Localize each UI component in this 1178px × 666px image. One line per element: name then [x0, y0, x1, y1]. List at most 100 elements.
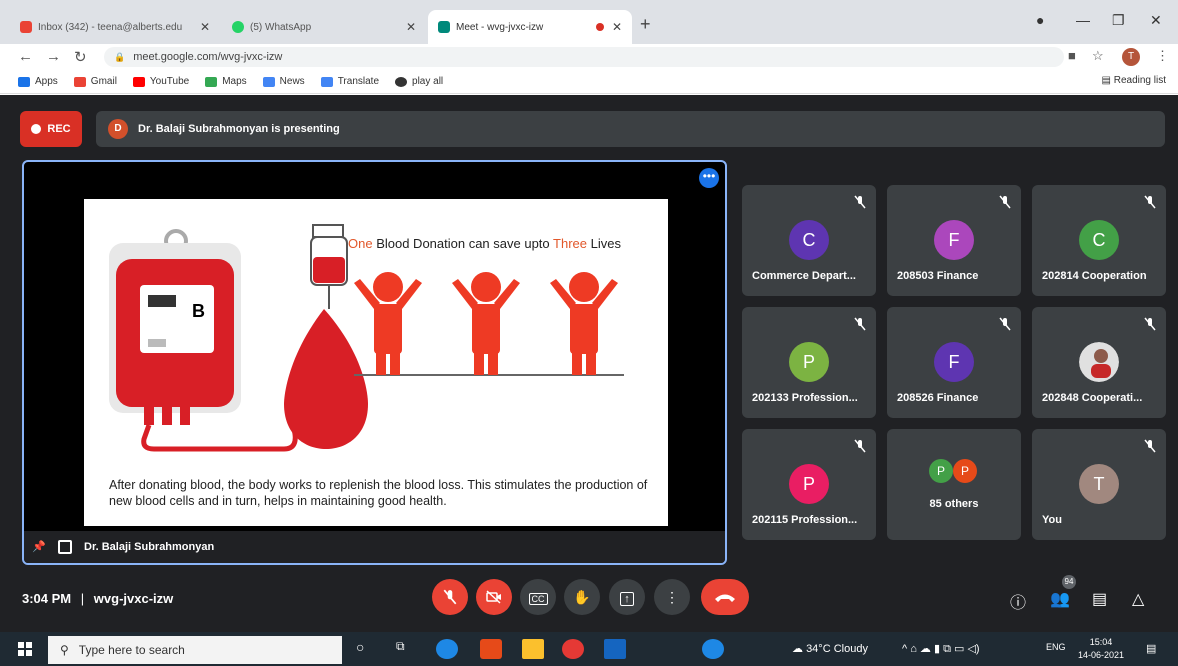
menu-dots-icon[interactable]: ⋮ — [1156, 48, 1169, 64]
others-count: 85 others — [929, 498, 979, 510]
word-icon[interactable] — [604, 639, 626, 659]
meet-controls-bar: 3:04 PM | wvg-jvxc-izw CC ✋ ↑ ⋮ ⓘ 👥 94 ▤… — [0, 565, 1178, 632]
close-icon[interactable]: ✕ — [406, 20, 416, 34]
help-icon[interactable] — [702, 639, 724, 659]
url-input[interactable]: 🔒 meet.google.com/wvg-jvxc-izw — [104, 47, 1064, 67]
recording-badge[interactable]: REC — [20, 111, 82, 147]
participant-tile[interactable]: F 208503 Finance — [887, 185, 1021, 296]
presenting-banner: D Dr. Balaji Subrahmonyan is presenting — [96, 111, 1165, 147]
tab-meet[interactable]: Meet - wvg-jvxc-izw ✕ — [428, 10, 632, 44]
tab-label: Meet - wvg-jvxc-izw — [456, 21, 544, 33]
tab-label: (5) WhatsApp — [250, 21, 312, 33]
mic-off-button[interactable] — [432, 579, 468, 615]
avatar: C — [789, 220, 829, 260]
avatar: D — [108, 119, 128, 139]
url-text: meet.google.com/wvg-jvxc-izw — [133, 51, 283, 63]
bookmark-apps[interactable]: Apps — [18, 76, 58, 87]
back-arrow-icon[interactable]: ← — [18, 48, 33, 65]
tab-gmail[interactable]: Inbox (342) - teena@alberts.edu ✕ — [10, 10, 220, 44]
captions-button[interactable]: CC — [520, 579, 556, 615]
presentation-view[interactable]: ••• B One Blood Donation can save upto T… — [22, 160, 727, 565]
edge-icon[interactable] — [436, 639, 458, 659]
people-icon[interactable]: 👥 — [1050, 589, 1070, 609]
bookmark-gmail[interactable]: Gmail — [73, 76, 117, 87]
participant-grid: C Commerce Depart... F 208503 Finance C … — [742, 185, 1167, 545]
activities-icon[interactable]: △ — [1132, 589, 1144, 609]
pin-icon[interactable]: 📌 — [32, 540, 46, 554]
bookmark-maps[interactable]: Maps — [205, 76, 247, 87]
avatar: F — [934, 342, 974, 382]
close-icon[interactable]: ✕ — [612, 20, 622, 34]
info-icon[interactable]: ⓘ — [1010, 589, 1026, 613]
more-options-button[interactable]: ⋮ — [654, 579, 690, 615]
globe-icon — [395, 76, 408, 87]
star-icon[interactable]: ☆ — [1092, 48, 1104, 64]
avatar: C — [1079, 220, 1119, 260]
avatar: P — [953, 459, 977, 483]
chrome-icon[interactable] — [562, 639, 584, 659]
avatar: T — [1079, 464, 1119, 504]
bookmark-youtube[interactable]: YouTube — [132, 76, 189, 87]
chat-icon[interactable]: ▤ — [1092, 589, 1107, 609]
search-icon: ⚲ — [60, 643, 69, 657]
close-icon[interactable]: ✕ — [200, 20, 210, 34]
avatar[interactable]: T — [1122, 48, 1140, 66]
participant-tile[interactable]: 202848 Cooperati... — [1032, 307, 1166, 418]
recording-dot-icon — [596, 23, 604, 31]
camera-off-button[interactable] — [476, 579, 512, 615]
present-icon[interactable] — [58, 540, 72, 554]
bookmark-translate[interactable]: Translate — [320, 76, 379, 87]
participant-tile[interactable]: P 202115 Profession... — [742, 429, 876, 540]
others-tile[interactable]: P P 85 others — [887, 429, 1021, 540]
tab-whatsapp[interactable]: (5) WhatsApp ✕ — [222, 10, 426, 44]
bookmark-play-all[interactable]: play all — [395, 76, 443, 87]
restore-button[interactable]: ❐ — [1112, 12, 1125, 29]
leave-call-button[interactable] — [701, 579, 749, 615]
participant-name: 208526 Finance — [897, 392, 979, 404]
participant-tile[interactable]: F 208526 Finance — [887, 307, 1021, 418]
participant-name: 208503 Finance — [897, 270, 979, 282]
reading-list-button[interactable]: ▤ Reading list — [1102, 75, 1167, 86]
clock[interactable]: 15:04 14-06-2021 — [1078, 636, 1124, 662]
participant-tile[interactable]: P 202133 Profession... — [742, 307, 876, 418]
gmail-icon — [20, 21, 32, 33]
more-options-icon[interactable]: ••• — [699, 168, 719, 188]
present-button[interactable]: ↑ — [609, 579, 645, 615]
presenter-name: Dr. Balaji Subrahmonyan — [84, 541, 215, 553]
mic-off-icon — [1144, 317, 1156, 331]
avatar: P — [929, 459, 953, 483]
apps-icon — [18, 76, 30, 87]
weather-widget[interactable]: ☁ 34°C Cloudy — [792, 642, 868, 655]
system-tray-icons[interactable]: ^ ⌂ ☁ ▮ ⧉ ▭ ◁) — [902, 642, 980, 656]
notification-icon[interactable]: ▤ — [1146, 642, 1156, 655]
participant-name: You — [1042, 514, 1062, 526]
camera-icon[interactable]: ■ — [1068, 48, 1076, 63]
close-window-button[interactable]: ✕ — [1150, 12, 1162, 29]
forward-arrow-icon[interactable]: → — [46, 48, 61, 65]
minimize-button[interactable]: — — [1076, 12, 1090, 28]
raise-hand-button[interactable]: ✋ — [564, 579, 600, 615]
participant-name: 202814 Cooperation — [1042, 270, 1147, 282]
task-view-icon[interactable]: ⧉ — [396, 639, 418, 659]
media-icon[interactable]: ● — [1036, 12, 1044, 28]
mic-off-icon — [999, 317, 1011, 331]
slide: B One Blood Donation can save upto Three… — [84, 199, 668, 526]
office-icon[interactable] — [480, 639, 502, 659]
participant-tile[interactable]: C 202814 Cooperation — [1032, 185, 1166, 296]
more-vert-icon: ⋮ — [665, 589, 679, 605]
file-explorer-icon[interactable] — [522, 639, 544, 659]
windows-start-icon[interactable] — [18, 642, 32, 656]
cortana-icon[interactable]: ○ — [356, 639, 378, 659]
self-tile[interactable]: T You — [1032, 429, 1166, 540]
participant-name: 202133 Profession... — [752, 392, 858, 404]
new-tab-button[interactable]: + — [640, 14, 651, 35]
avatar: P — [789, 342, 829, 382]
maps-icon — [205, 76, 218, 87]
bookmark-news[interactable]: News — [262, 76, 305, 87]
participant-tile[interactable]: C Commerce Depart... — [742, 185, 876, 296]
camera-off-icon — [486, 590, 501, 604]
taskbar-search-input[interactable]: ⚲ Type here to search — [48, 636, 342, 664]
captions-icon: CC — [528, 593, 548, 605]
reload-icon[interactable]: ↻ — [74, 48, 87, 66]
language-indicator[interactable]: ENG — [1046, 642, 1066, 652]
